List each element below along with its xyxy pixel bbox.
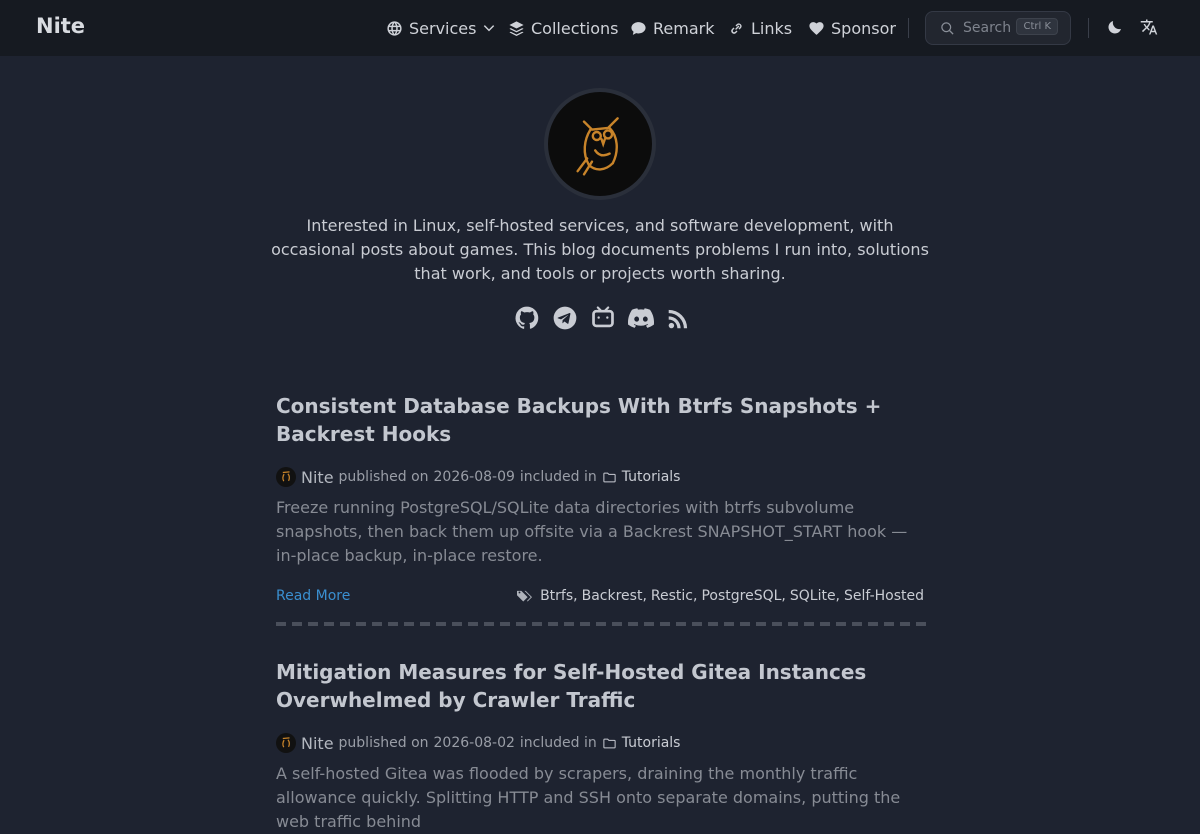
post-author[interactable]: Nite [301,468,334,487]
post-title[interactable]: Consistent Database Backups With Btrfs S… [276,392,924,448]
globe-icon [387,20,402,36]
post-summary: Freeze running PostgreSQL/SQLite data di… [276,498,908,565]
post-category[interactable]: Tutorials [602,469,681,485]
owl-logo-icon [282,737,290,748]
post-category[interactable]: Tutorials [602,735,681,751]
nav-collections[interactable]: Collections [508,16,618,40]
owl-logo-icon [282,471,290,482]
post-tags: Btrfs, Backrest, Restic, PostgreSQL, SQL… [516,588,924,604]
post-category-label: Tutorials [621,735,681,751]
tag-sqlite[interactable]: SQLite, [790,588,840,604]
published-label: published on [338,735,429,751]
telegram-icon[interactable] [552,305,578,331]
post-date: 2026-08-09 [433,469,515,485]
profile-avatar [548,92,652,196]
nav-remark-label: Remark [653,18,715,38]
post-meta: Nite published on 2026-08-02 included in… [276,732,924,754]
author-avatar [276,733,296,753]
nav-links-label: Links [751,18,793,38]
post-card: Mitigation Measures for Self-Hosted Gite… [276,658,924,834]
search-shortcut: Ctrl K [1016,18,1058,35]
comment-icon [631,21,646,35]
author-avatar [276,467,296,487]
layers-icon [509,20,524,36]
folder-icon [603,738,616,748]
top-navbar: Nite Services Collections Remark Links S… [0,0,1200,56]
nav-divider [908,18,909,38]
profile-bio: Interested in Linux, self-hosted service… [271,216,929,283]
heart-icon [809,21,824,35]
chevron-down-icon [484,25,495,32]
post-title[interactable]: Mitigation Measures for Self-Hosted Gite… [276,658,924,714]
github-icon[interactable] [514,305,540,331]
search-icon [941,21,954,35]
search-box[interactable]: Search Ctrl K [925,11,1071,45]
post-author[interactable]: Nite [301,734,334,753]
published-label: published on [338,469,429,485]
nav-collections-label: Collections [531,18,619,38]
social-links [514,304,688,332]
nav-sponsor[interactable]: Sponsor [808,16,896,40]
nav-divider [1088,18,1089,38]
included-label: included in [519,469,597,485]
dark-mode-toggle[interactable] [1106,18,1126,38]
tag-backrest[interactable]: Backrest, [582,588,647,604]
rss-icon[interactable] [666,305,692,331]
read-more-link[interactable]: Read More [276,588,350,604]
bilibili-icon[interactable] [590,305,616,331]
discord-icon[interactable] [628,305,655,331]
owl-logo-icon [576,117,619,176]
link-icon [731,22,742,34]
post-card: Consistent Database Backups With Btrfs S… [276,392,924,606]
moon-icon [1108,21,1121,34]
tag-postgresql[interactable]: PostgreSQL, [701,588,785,604]
nav-services-label: Services [409,18,477,38]
post-summary: A self-hosted Gitea was flooded by scrap… [276,764,901,831]
tag-self-hosted[interactable]: Self-Hosted [844,588,924,604]
tag-restic[interactable]: Restic, [651,588,698,604]
language-switcher[interactable] [1140,18,1160,38]
search-placeholder: Search [963,20,1012,36]
post-separator [276,622,926,626]
post-date: 2026-08-02 [433,735,515,751]
nav-sponsor-label: Sponsor [831,18,896,38]
nav-remark[interactable]: Remark [630,16,714,40]
tags-icon [517,590,533,601]
nav-links[interactable]: Links [728,16,792,40]
nav-services[interactable]: Services [386,16,496,40]
site-brand[interactable]: Nite [36,14,85,38]
post-meta: Nite published on 2026-08-09 included in… [276,466,924,488]
translate-icon [1140,19,1158,35]
folder-icon [603,472,616,482]
tag-btrfs[interactable]: Btrfs, [540,588,578,604]
post-category-label: Tutorials [621,469,681,485]
included-label: included in [519,735,597,751]
post-footer: Read More Btrfs, Backrest, Restic, Postg… [276,586,924,606]
